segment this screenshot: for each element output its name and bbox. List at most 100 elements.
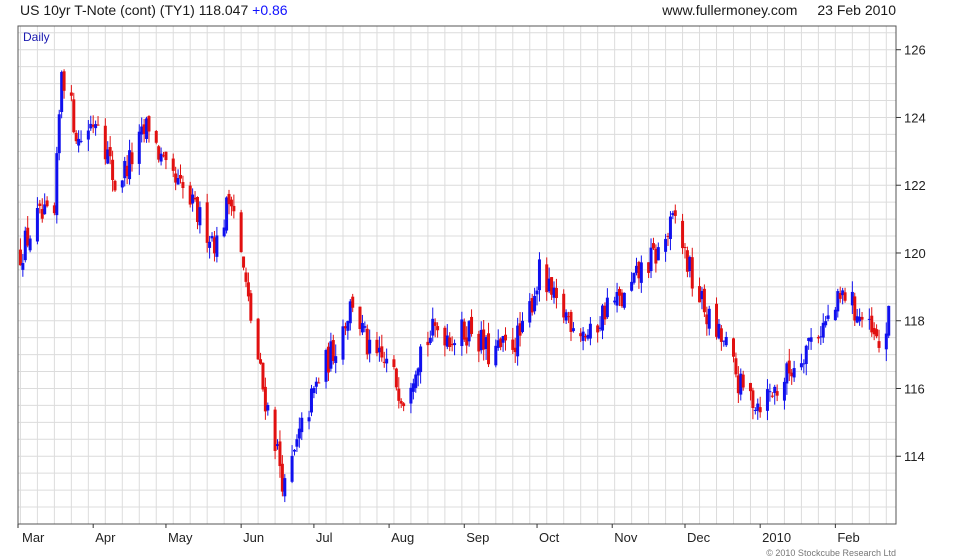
candle-body (504, 334, 508, 341)
candle-body (283, 478, 287, 497)
candle-body (792, 368, 796, 378)
y-tick-label: 118 (904, 314, 925, 329)
candle-body (414, 374, 418, 388)
candle-body (232, 205, 236, 212)
candle-body (295, 439, 299, 447)
x-tick-label: Aug (391, 530, 414, 545)
candle-body (113, 180, 117, 191)
candle-body (596, 325, 600, 333)
candle-body (751, 390, 755, 408)
candle-body (79, 140, 83, 142)
candle-body (72, 99, 76, 133)
candle-body (656, 247, 660, 261)
copyright-notice: © 2010 Stockcube Research Ltd (766, 548, 896, 558)
candle-body (181, 182, 185, 189)
candle-body (605, 297, 609, 318)
candle-body (630, 281, 634, 291)
candle-body (351, 296, 355, 308)
candle-body (164, 151, 168, 161)
candle-body (62, 71, 66, 91)
period-label: Daily (23, 30, 50, 44)
candle-body (887, 305, 891, 336)
candle-body (159, 153, 163, 162)
candle-body (664, 238, 668, 252)
candle-body (86, 130, 90, 140)
candle-body (57, 114, 61, 154)
y-tick-label: 124 (904, 110, 926, 125)
candle-body (734, 358, 738, 375)
candle-body (399, 401, 403, 404)
candle-body (69, 92, 73, 96)
candle-body (826, 315, 830, 319)
x-tick-label: Dec (687, 530, 711, 545)
candle-body (35, 207, 39, 242)
candle-body (731, 338, 735, 357)
candle-body (242, 256, 246, 268)
candle-body (198, 207, 202, 226)
candle-body (334, 356, 338, 364)
candle-body (317, 382, 321, 384)
candle-body (639, 262, 643, 283)
y-tick-label: 114 (904, 449, 925, 464)
candle-body (588, 323, 592, 339)
candlestick-chart: 114 116 118 120 122 124 126 Mar Apr May Jun Jul Aug S… (17, 25, 926, 545)
x-tick-label: 2010 (762, 530, 791, 545)
candle-body (741, 374, 745, 388)
candle-body (462, 321, 466, 340)
candle-body (300, 417, 304, 433)
candle-body (681, 220, 685, 249)
candle-body (758, 407, 762, 413)
candle-body (782, 381, 786, 401)
candle-body (215, 235, 219, 257)
candle-body (673, 210, 677, 216)
x-tick-label: Nov (614, 530, 638, 545)
candle-body (419, 346, 423, 373)
candle-body (470, 316, 474, 334)
x-tick-label: Jul (316, 530, 333, 545)
candle-body (130, 152, 134, 165)
candle-body (397, 388, 401, 401)
candle-body (804, 345, 808, 364)
candle-body (494, 345, 498, 366)
candle-body (571, 328, 575, 332)
candle-body (179, 174, 183, 179)
candle-body (436, 326, 440, 331)
candle-body (380, 346, 384, 358)
candle-body (205, 202, 209, 243)
candle-body (363, 326, 367, 328)
x-tick-label: Oct (539, 530, 560, 545)
candle-body (875, 329, 879, 337)
candle-body (649, 247, 653, 272)
candle-body (394, 368, 398, 388)
candle-body (208, 241, 212, 248)
x-tick-label: May (168, 530, 193, 545)
candle-body (38, 203, 42, 206)
candle-body (229, 199, 233, 207)
x-tick-label: Apr (95, 530, 116, 545)
candle-body (787, 360, 791, 374)
candle-body (448, 337, 452, 348)
candle-body (843, 292, 847, 301)
candle-body (120, 180, 124, 188)
candle-body (554, 287, 558, 299)
y-tick-label: 122 (904, 178, 926, 193)
x-tick-label: Sep (466, 530, 489, 545)
candle-body (632, 273, 636, 283)
candle-body (724, 336, 728, 346)
x-tick-label: Feb (837, 530, 859, 545)
candle-body (77, 138, 81, 146)
candle-body (28, 238, 32, 251)
candle-body (433, 322, 437, 326)
candle-body (266, 405, 270, 411)
candle-body (341, 326, 345, 360)
candle-body (392, 359, 396, 368)
candle-body (487, 333, 491, 365)
candle-body (290, 455, 294, 482)
candle-body (537, 259, 541, 291)
candle-body (147, 116, 151, 132)
candle-body (683, 246, 687, 248)
candle-body (171, 158, 175, 171)
candle-body (877, 341, 881, 348)
candle-body (428, 337, 432, 344)
candle-body (884, 333, 888, 350)
